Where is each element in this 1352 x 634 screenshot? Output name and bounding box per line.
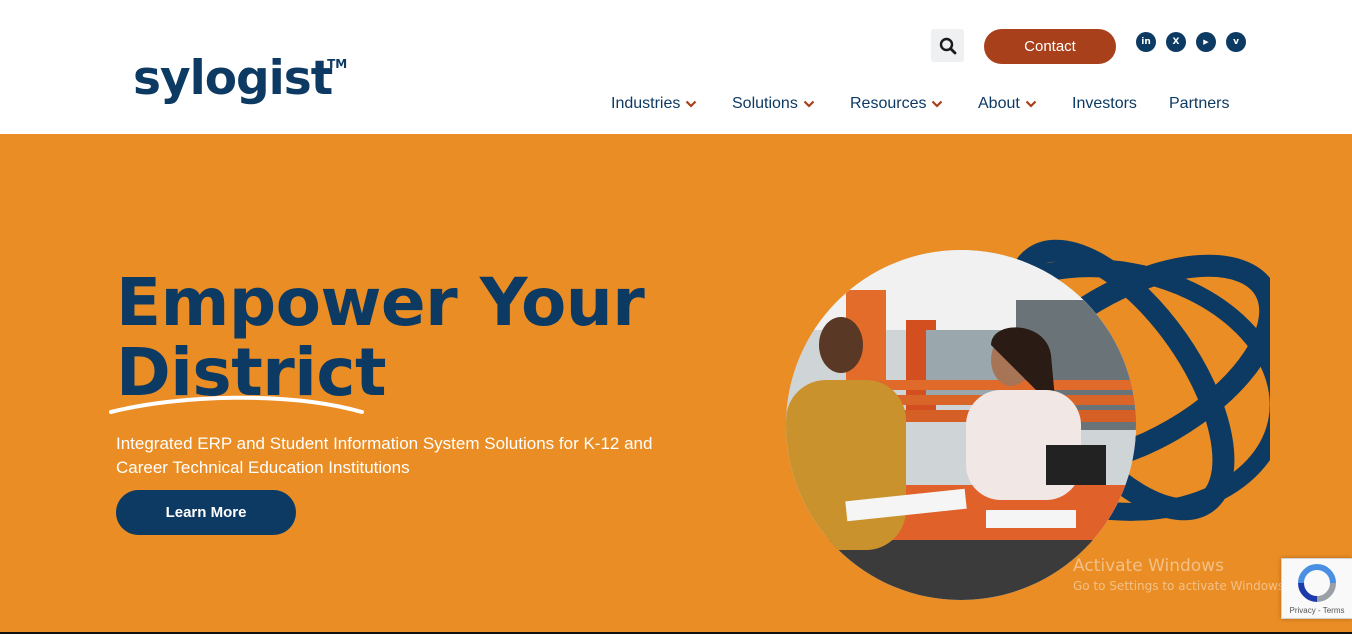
underline-swoosh bbox=[109, 395, 364, 414]
nav-label: Investors bbox=[1072, 95, 1137, 112]
contact-button[interactable]: Contact bbox=[984, 29, 1116, 64]
vimeo-icon[interactable]: v bbox=[1226, 32, 1246, 52]
hero-title: Empower Your District bbox=[116, 264, 645, 408]
recaptcha-badge[interactable]: Privacy - Terms bbox=[1281, 558, 1352, 619]
nav-label: Solutions bbox=[732, 95, 798, 112]
youtube-icon[interactable]: ▶ bbox=[1196, 32, 1216, 52]
learn-more-button[interactable]: Learn More bbox=[116, 490, 296, 535]
logo-text: sylogist bbox=[133, 51, 333, 106]
nav-industries[interactable]: Industries bbox=[611, 92, 697, 116]
linkedin-icon[interactable]: in bbox=[1136, 32, 1156, 52]
activate-windows-subtitle: Go to Settings to activate Windows. bbox=[1073, 579, 1288, 593]
nav-about[interactable]: About bbox=[978, 92, 1037, 116]
recaptcha-icon bbox=[1298, 564, 1336, 602]
trademark-mark: TM bbox=[327, 57, 348, 71]
nav-label: About bbox=[978, 95, 1020, 112]
nav-label: Resources bbox=[850, 95, 927, 112]
nav-label: Partners bbox=[1169, 95, 1230, 112]
chevron-down-icon bbox=[931, 100, 943, 108]
nav-resources[interactable]: Resources bbox=[850, 92, 943, 116]
chevron-down-icon bbox=[1025, 100, 1037, 108]
hero-subtitle: Integrated ERP and Student Information S… bbox=[116, 434, 653, 477]
search-button[interactable] bbox=[931, 29, 964, 62]
activate-windows-watermark: Activate Windows Go to Settings to activ… bbox=[1073, 556, 1288, 593]
search-icon bbox=[939, 37, 956, 54]
nav-investors[interactable]: Investors bbox=[1072, 92, 1137, 116]
nav-label: Industries bbox=[611, 95, 681, 112]
site-header: sylogist TM Contact in X ▶ v Industries S… bbox=[0, 0, 1352, 134]
chevron-down-icon bbox=[803, 100, 815, 108]
nav-solutions[interactable]: Solutions bbox=[732, 92, 815, 116]
nav-partners[interactable]: Partners bbox=[1169, 92, 1229, 116]
activate-windows-title: Activate Windows bbox=[1073, 556, 1224, 576]
chevron-down-icon bbox=[685, 100, 697, 108]
sylogist-logo[interactable]: sylogist TM bbox=[133, 55, 347, 102]
x-icon[interactable]: X bbox=[1166, 32, 1186, 52]
hero-title-line1: Empower Your bbox=[116, 264, 645, 341]
hero-photo bbox=[786, 250, 1136, 600]
recaptcha-terms[interactable]: Privacy - Terms bbox=[1290, 606, 1345, 615]
